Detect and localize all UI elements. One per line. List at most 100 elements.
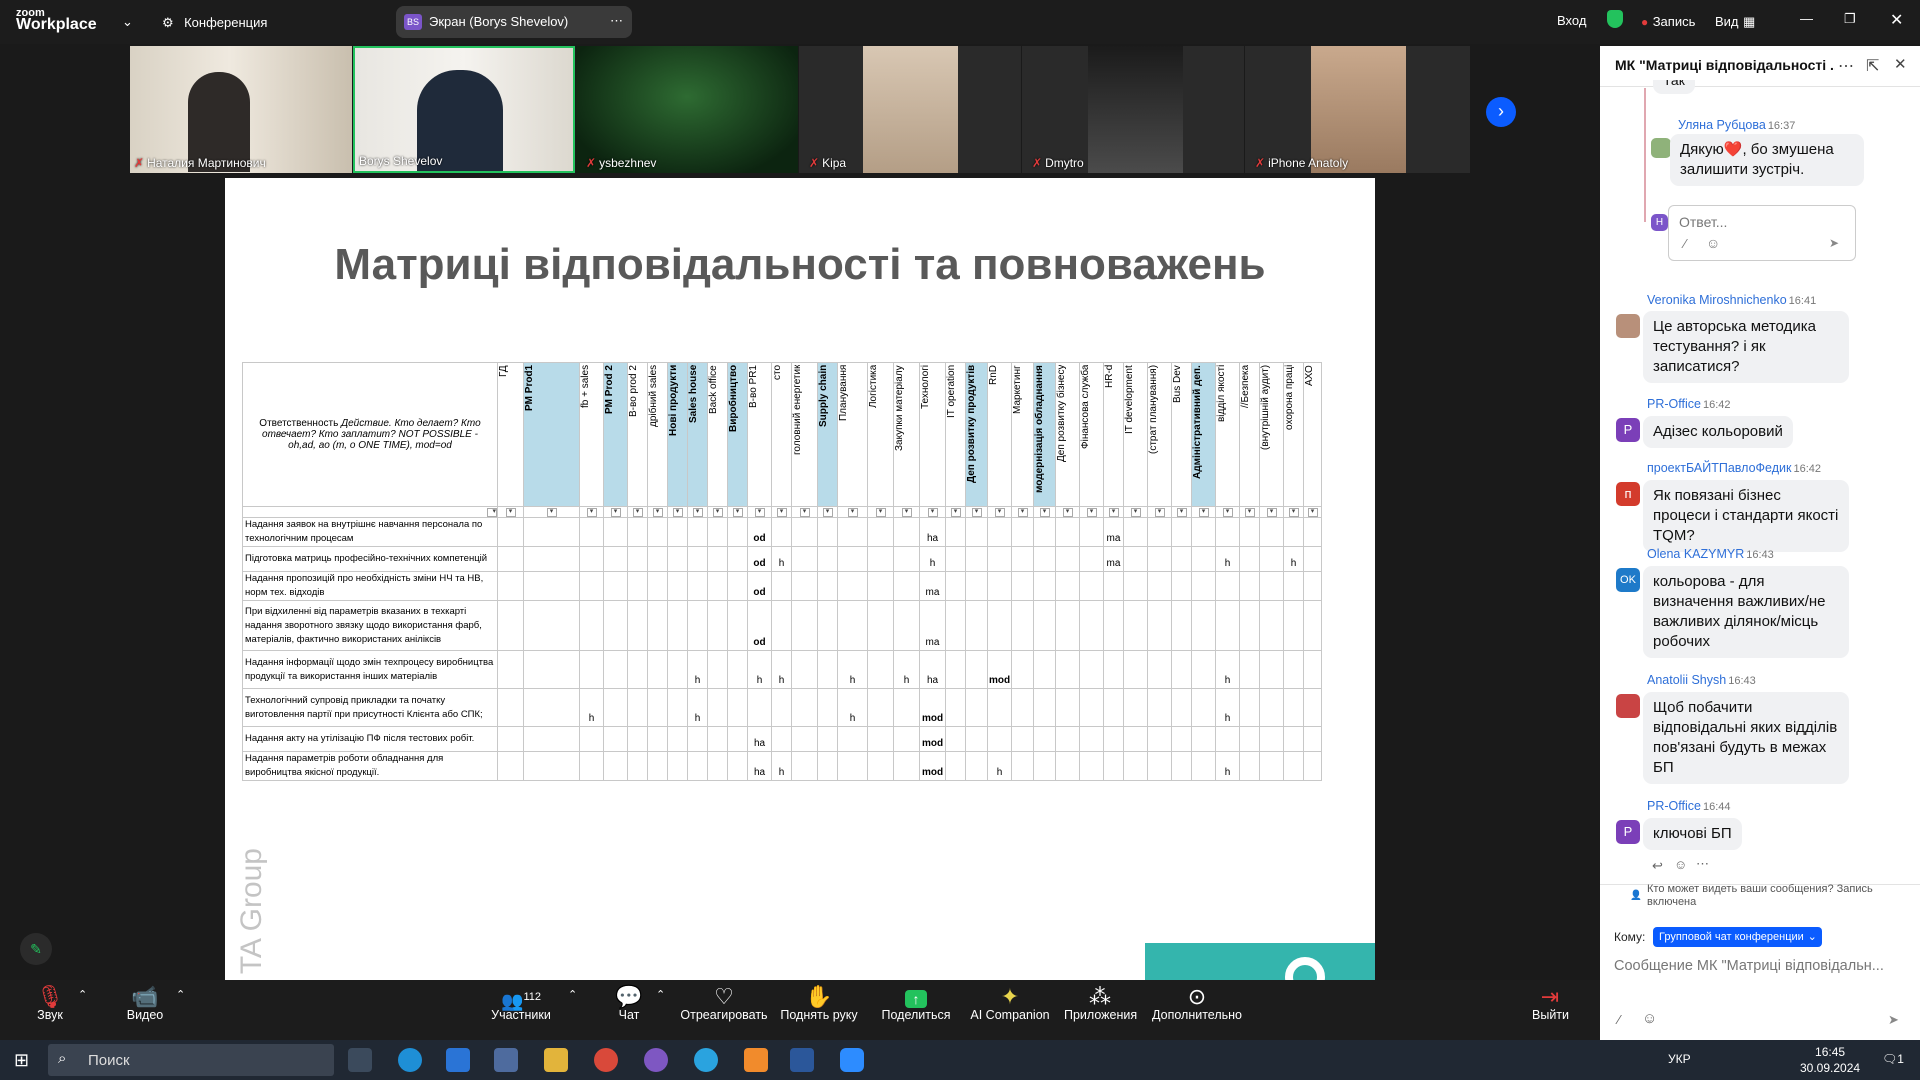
chevron-down-icon[interactable]: ⌄ [122, 14, 133, 30]
filter-dropdown-icon[interactable]: ▾ [945, 506, 966, 518]
more-icon[interactable]: ⋯ [1838, 56, 1854, 76]
filter-dropdown-icon[interactable]: ▾ [1239, 506, 1260, 518]
video-tile[interactable]: ✗ iPhone Anatoly [1245, 46, 1470, 173]
zoom-workplace-menu[interactable]: zoom Workplace [16, 7, 97, 33]
share-screen-button[interactable]: ↑ Поделиться [880, 980, 952, 1040]
close-chat-icon[interactable]: ✕ [1894, 55, 1907, 73]
popout-icon[interactable]: ⇱ [1866, 56, 1879, 76]
windows-start-icon[interactable]: ⊞ [14, 1050, 29, 1071]
filter-dropdown-icon[interactable]: ▾ [893, 506, 920, 518]
filter-dropdown-icon[interactable]: ▾ [687, 506, 708, 518]
filter-dropdown-icon[interactable]: ▾ [727, 506, 748, 518]
filter-dropdown-icon[interactable]: ▾ [1033, 506, 1056, 518]
video-options-icon[interactable]: ⌃ [176, 988, 185, 1001]
audio-button[interactable]: 🎙 Звук [28, 980, 72, 1040]
signin-button[interactable]: Вход [1557, 13, 1586, 28]
task-view-icon[interactable] [348, 1048, 372, 1072]
add-reaction-icon[interactable]: ☺ [1674, 857, 1687, 872]
send-icon[interactable]: ➤ [1829, 236, 1839, 250]
next-page-icon[interactable]: › [1486, 97, 1516, 127]
filter-dropdown-icon[interactable]: ▾ [579, 506, 604, 518]
shield-icon[interactable] [1607, 10, 1623, 28]
reply-icon[interactable]: ↩ [1652, 858, 1663, 874]
more-actions-icon[interactable]: ⋯ [1696, 856, 1709, 872]
video-tile[interactable]: ✗ Kipa [799, 46, 1021, 173]
meeting-info[interactable]: ⚙ Конференция [162, 14, 267, 32]
visibility-note[interactable]: Кто может видеть ваши сообщения? Запись … [1647, 883, 1907, 909]
filter-dropdown-icon[interactable]: ▾ [1103, 506, 1124, 518]
emoji-icon[interactable]: ☺ [1642, 1010, 1657, 1027]
participants-options-icon[interactable]: ⌃ [568, 988, 577, 1001]
filter-dropdown-icon[interactable]: ▾ [1259, 506, 1284, 518]
annotate-pen-icon[interactable]: ✎ [20, 933, 52, 965]
video-button[interactable]: 📹 Видео [122, 980, 168, 1040]
filter-dropdown-icon[interactable]: ▾ [1303, 506, 1322, 518]
edge-icon[interactable] [398, 1048, 422, 1072]
filter-dropdown-icon[interactable]: ▾ [603, 506, 628, 518]
mail-icon[interactable] [446, 1048, 470, 1072]
thread-reply-input[interactable]: Ответ... ⁄ ☺ ➤ [1668, 205, 1856, 261]
filter-dropdown-icon[interactable]: ▾ [667, 506, 688, 518]
close-window-icon[interactable]: ✕ [1890, 10, 1903, 30]
video-tile[interactable]: ✗ Наталия Мартинович [130, 46, 352, 173]
taskbar-search[interactable]: ⌕ Поиск [48, 1044, 334, 1076]
chat-options-icon[interactable]: ⌃ [656, 988, 665, 1001]
screen-share-pill[interactable]: BS Экран (Borys Shevelov) ⋯ [396, 6, 632, 38]
filter-dropdown-icon[interactable]: ▾ [1215, 506, 1240, 518]
viber-icon[interactable] [644, 1048, 668, 1072]
filter-dropdown-icon[interactable]: ▾ [497, 506, 524, 518]
filter-dropdown-icon[interactable]: ▾ [747, 506, 772, 518]
filter-dropdown-icon[interactable]: ▾ [867, 506, 894, 518]
notifications-icon[interactable]: 🗨1 [1882, 1052, 1904, 1066]
format-icon[interactable]: ⁄ [1618, 1012, 1620, 1027]
filter-dropdown-icon[interactable]: ▾ [919, 506, 946, 518]
filter-dropdown-icon[interactable]: ▾ [1055, 506, 1080, 518]
view-button[interactable]: Вид ▦ [1715, 13, 1755, 31]
message-input[interactable]: Сообщение МК "Матриці відповідальн... [1614, 958, 1914, 974]
filter-dropdown-icon[interactable]: ▾ [1011, 506, 1034, 518]
react-button[interactable]: ♡ Отреагировать [680, 980, 768, 1040]
ai-companion-button[interactable]: ✦ AI Companion [968, 980, 1052, 1040]
format-icon[interactable]: ⁄ [1684, 236, 1686, 251]
video-tile-active-speaker[interactable]: Borys Shevelov [353, 46, 575, 173]
more-button[interactable]: ⊙ Дополнительно [1152, 980, 1242, 1040]
telegram-icon[interactable] [694, 1048, 718, 1072]
filter-dropdown-icon[interactable]: ▾ [1283, 506, 1304, 518]
video-tile[interactable]: ✗ ysbezhnev [576, 46, 798, 173]
file-explorer-icon[interactable] [544, 1048, 568, 1072]
filter-dropdown-icon[interactable]: ▾ [1123, 506, 1148, 518]
filter-dropdown-icon[interactable]: ▾ [1191, 506, 1216, 518]
clock[interactable]: 16:45 30.09.2024 [1800, 1044, 1860, 1076]
app-icon[interactable] [744, 1048, 768, 1072]
filter-dropdown-icon[interactable]: ▾ [627, 506, 648, 518]
word-icon[interactable] [790, 1048, 814, 1072]
raise-hand-button[interactable]: ✋ Поднять руку [778, 980, 860, 1040]
filter-dropdown-icon[interactable]: ▾ [1171, 506, 1192, 518]
filter-dropdown-icon[interactable]: ▾ [965, 506, 988, 518]
video-tile[interactable]: ✗ Dmytro [1022, 46, 1244, 173]
leave-button[interactable]: ⇥ Выйти [1532, 980, 1569, 1040]
recording-indicator[interactable]: ● Запись [1641, 13, 1695, 31]
apps-button[interactable]: ⁂ Приложения [1064, 980, 1137, 1040]
chrome-icon[interactable] [594, 1048, 618, 1072]
participants-button[interactable]: 👥112 Участники [486, 980, 556, 1040]
minimize-icon[interactable]: — [1800, 11, 1813, 26]
filter-dropdown-icon[interactable]: ▾ [1147, 506, 1172, 518]
send-icon[interactable]: ➤ [1888, 1012, 1899, 1028]
filter-dropdown-icon[interactable]: ▾ [771, 506, 792, 518]
store-icon[interactable] [494, 1048, 518, 1072]
filter-dropdown-icon[interactable]: ▾ [523, 506, 580, 518]
filter-dropdown-icon[interactable]: ▾ [647, 506, 668, 518]
filter-dropdown-icon[interactable]: ▾ [791, 506, 818, 518]
recipient-select[interactable]: Групповой чат конференции ⌄ [1653, 927, 1822, 947]
filter-dropdown-icon[interactable]: ▾ [987, 506, 1012, 518]
audio-options-icon[interactable]: ⌃ [78, 988, 87, 1001]
filter-dropdown-icon[interactable]: ▾ [837, 506, 868, 518]
zoom-app-icon[interactable] [840, 1048, 864, 1072]
filter-dropdown-icon[interactable]: ▾ [707, 506, 728, 518]
filter-dropdown-icon[interactable]: ▾ [1079, 506, 1104, 518]
more-icon[interactable]: ⋯ [610, 13, 623, 29]
chat-button[interactable]: 💬 Чат [612, 980, 646, 1040]
language-indicator[interactable]: УКР [1668, 1052, 1691, 1066]
emoji-icon[interactable]: ☺ [1706, 235, 1720, 251]
